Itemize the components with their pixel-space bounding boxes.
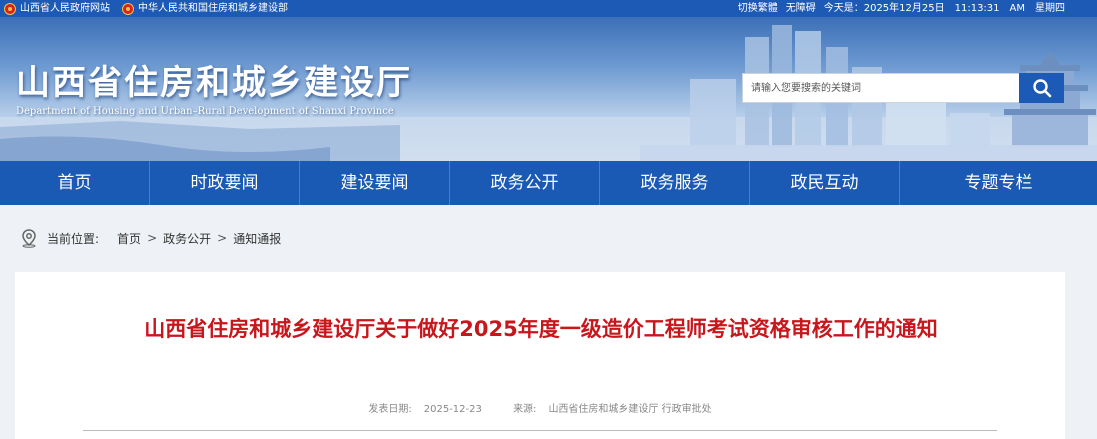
search-button[interactable]	[1019, 73, 1064, 103]
search-box	[742, 73, 1064, 103]
article-meta: 发表日期: 2025-12-23 来源: 山西省住房和城乡建设厅 行政审批处	[15, 400, 1065, 415]
site-banner: 山西省住房和城乡建设厅 Department of Housing and Ur…	[0, 17, 1097, 161]
nav-item-public-interaction[interactable]: 政民互动	[750, 161, 900, 205]
breadcrumb-link-notices[interactable]: 通知通报	[233, 230, 281, 247]
nav-item-special-topics[interactable]: 专题专栏	[900, 161, 1097, 205]
link-label: 中华人民共和国住房和城乡建设部	[138, 3, 288, 14]
article-title: 山西省住房和城乡建设厅关于做好2025年度一级造价工程师考试资格审核工作的通知	[144, 317, 938, 341]
site-subtitle: Department of Housing and Urban–Rural De…	[16, 106, 394, 117]
accessibility-link[interactable]: 无障碍	[786, 0, 816, 17]
location-pin-icon	[22, 229, 36, 248]
breadcrumb-link-government-affairs[interactable]: 政务公开	[163, 230, 211, 247]
article-panel: 山西省住房和城乡建设厅关于做好2025年度一级造价工程师考试资格审核工作的通知 …	[15, 272, 1065, 439]
link-label: 山西省人民政府网站	[20, 3, 110, 14]
breadcrumb-separator: >	[217, 231, 228, 245]
breadcrumb: 当前位置: 首页 > 政务公开 > 通知通报	[19, 228, 281, 248]
top-bar: 山西省人民政府网站 中华人民共和国住房和城乡建设部 切换繁體 无障碍 今天是：2…	[0, 0, 1097, 17]
nav-item-current-affairs[interactable]: 时政要闻	[150, 161, 300, 205]
divider	[83, 430, 997, 431]
top-links: 山西省人民政府网站 中华人民共和国住房和城乡建设部	[4, 0, 300, 17]
link-shanxi-government[interactable]: 山西省人民政府网站	[4, 0, 110, 17]
nav-item-government-affairs[interactable]: 政务公开	[450, 161, 600, 205]
site-title[interactable]: 山西省住房和城乡建设厅	[16, 55, 412, 104]
traditional-chinese-toggle[interactable]: 切换繁體	[738, 0, 778, 17]
breadcrumb-link-home[interactable]: 首页	[117, 230, 141, 247]
publish-date: 2025-12-23	[423, 404, 482, 415]
search-icon	[1032, 79, 1051, 98]
main-nav: 首页 时政要闻 建设要闻 政务公开 政务服务 政民互动 专题专栏	[0, 161, 1097, 205]
breadcrumb-separator: >	[147, 231, 158, 245]
source-label: 来源:	[513, 404, 537, 415]
breadcrumb-label: 当前位置:	[47, 231, 100, 246]
nav-item-construction-news[interactable]: 建设要闻	[300, 161, 450, 205]
national-emblem-icon	[4, 2, 16, 15]
link-mohurd[interactable]: 中华人民共和国住房和城乡建设部	[122, 0, 288, 17]
current-date: 今天是：2025年12月25日 11:13:31 AM 星期四	[823, 3, 1065, 14]
publish-date-label: 发表日期:	[368, 404, 412, 415]
top-tools: 切换繁體 无障碍 今天是：2025年12月25日 11:13:31 AM 星期四	[730, 0, 1065, 17]
national-emblem-icon	[122, 2, 134, 15]
source-value: 山西省住房和城乡建设厅 行政审批处	[548, 404, 712, 415]
nav-item-government-services[interactable]: 政务服务	[600, 161, 750, 205]
nav-item-home[interactable]: 首页	[0, 161, 150, 205]
search-input[interactable]	[742, 73, 1019, 103]
